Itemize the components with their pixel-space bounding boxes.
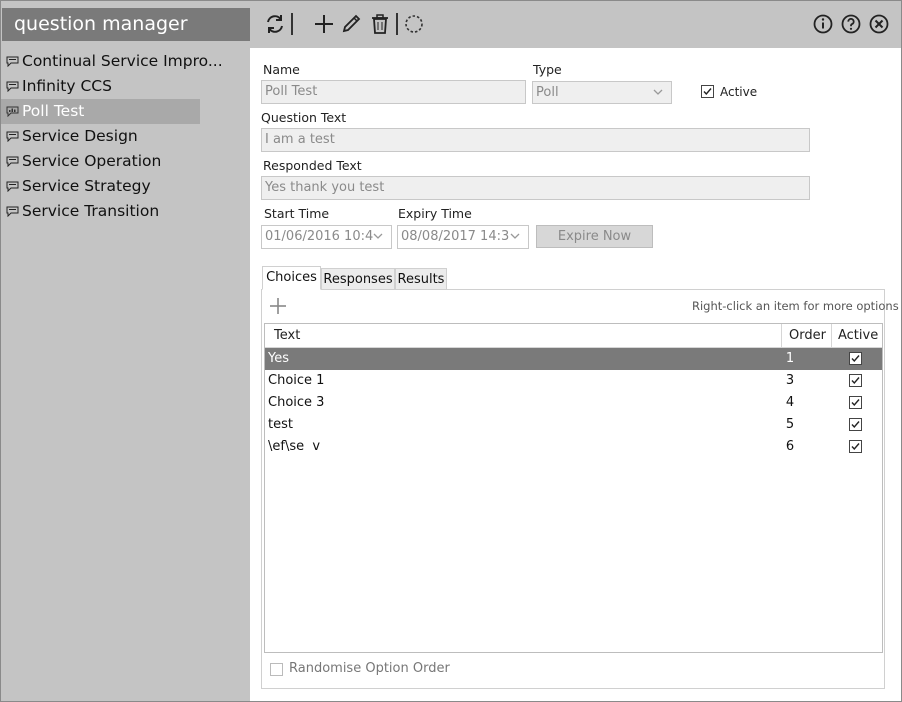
choice-text: \ef\se v — [268, 439, 321, 454]
speech-bubble-icon — [6, 56, 19, 67]
responded-text-label: Responded Text — [263, 158, 362, 173]
toolbar-separator — [396, 13, 398, 35]
sidebar-item-label: Service Design — [22, 127, 138, 145]
column-header-active[interactable]: Active — [838, 324, 878, 348]
expiry-time-value: 08/08/2017 14:3 — [401, 229, 510, 244]
choice-active-checkbox[interactable] — [849, 418, 862, 431]
active-checkbox[interactable] — [701, 85, 714, 98]
sidebar-item-label: Service Strategy — [22, 177, 151, 195]
app-title: question manager — [2, 8, 250, 41]
table-row[interactable]: \ef\se v 6 — [265, 436, 882, 458]
sidebar-item-label: Infinity CCS — [22, 77, 112, 95]
add-choice-icon[interactable] — [266, 294, 290, 318]
choice-order: 5 — [785, 417, 795, 432]
table-row[interactable]: Choice 3 4 — [265, 392, 882, 414]
add-icon[interactable] — [311, 11, 337, 37]
close-icon[interactable] — [866, 11, 892, 37]
responded-text-field[interactable]: Yes thank you test — [261, 176, 810, 200]
speech-bubble-icon — [6, 81, 19, 92]
choice-text: Yes — [268, 351, 289, 366]
responded-text-value: Yes thank you test — [265, 180, 385, 195]
poll-chart-icon — [6, 106, 19, 117]
checkmark-icon — [851, 377, 860, 385]
table-row[interactable]: test 5 — [265, 414, 882, 436]
choice-order: 6 — [785, 439, 795, 454]
expiry-time-label: Expiry Time — [398, 206, 472, 221]
randomise-option-order-label: Randomise Option Order — [289, 661, 450, 676]
table-row[interactable]: Yes 1 — [265, 348, 882, 370]
sidebar-item-service-strategy[interactable]: Service Strategy — [1, 174, 250, 199]
tab-results[interactable]: Results — [395, 268, 447, 290]
checkmark-icon — [851, 443, 860, 451]
choices-table: Text Order Active Yes 1 Choice 1 3 Choic… — [264, 323, 883, 653]
table-row[interactable]: Choice 1 3 — [265, 370, 882, 392]
choice-text: test — [268, 417, 293, 432]
name-field[interactable]: Poll Test — [261, 80, 526, 104]
checkmark-icon — [851, 355, 860, 363]
choice-order: 4 — [785, 395, 795, 410]
choice-active-checkbox[interactable] — [849, 440, 862, 453]
sidebar-item-continual-service-improvement[interactable]: Continual Service Impro... — [1, 49, 250, 74]
choice-order: 1 — [785, 351, 795, 366]
choice-text: Choice 3 — [268, 395, 325, 410]
context-menu-hint: Right-click an item for more options — [692, 299, 899, 313]
refresh-icon[interactable] — [262, 11, 288, 37]
choice-active-checkbox[interactable] — [849, 352, 862, 365]
type-label: Type — [533, 62, 562, 77]
column-header-order[interactable]: Order — [789, 324, 826, 348]
speech-bubble-icon — [6, 181, 19, 192]
speech-bubble-icon — [6, 206, 19, 217]
type-select[interactable]: Poll — [532, 81, 672, 104]
question-text-field[interactable]: I am a test — [261, 128, 810, 152]
toolbar — [250, 1, 901, 48]
loading-circle-icon[interactable] — [401, 11, 427, 37]
sidebar-item-label: Continual Service Impro... — [22, 52, 223, 70]
randomise-option-order-checkbox[interactable] — [270, 663, 283, 676]
expire-now-button[interactable]: Expire Now — [536, 225, 653, 248]
start-time-value: 01/06/2016 10:4 — [265, 229, 374, 244]
sidebar-item-label: Poll Test — [22, 102, 85, 120]
start-time-picker[interactable]: 01/06/2016 10:4 — [261, 225, 392, 249]
type-value: Poll — [536, 85, 559, 100]
chevron-down-icon — [653, 89, 663, 95]
sidebar-nav: Continual Service Impro... Infinity CCS … — [1, 49, 250, 224]
choice-active-checkbox[interactable] — [849, 396, 862, 409]
choice-text: Choice 1 — [268, 373, 325, 388]
active-label: Active — [720, 85, 758, 99]
name-value: Poll Test — [265, 84, 318, 99]
tab-responses[interactable]: Responses — [321, 268, 395, 290]
question-text-value: I am a test — [265, 132, 335, 147]
checkmark-icon — [703, 88, 712, 96]
sidebar-item-infinity-ccs[interactable]: Infinity CCS — [1, 74, 250, 99]
toolbar-separator — [291, 13, 293, 35]
column-header-text[interactable]: Text — [274, 324, 300, 348]
checkmark-icon — [851, 421, 860, 429]
sidebar: question manager Continual Service Impro… — [1, 1, 250, 701]
start-time-label: Start Time — [264, 206, 330, 221]
tab-choices[interactable]: Choices — [262, 266, 321, 290]
info-icon[interactable] — [810, 11, 836, 37]
chevron-down-icon — [373, 233, 383, 239]
choice-order: 3 — [785, 373, 795, 388]
speech-bubble-icon — [6, 131, 19, 142]
column-divider — [781, 324, 782, 348]
help-icon[interactable] — [838, 11, 864, 37]
sidebar-item-service-design[interactable]: Service Design — [1, 124, 250, 149]
choice-active-checkbox[interactable] — [849, 374, 862, 387]
name-label: Name — [263, 62, 300, 77]
checkmark-icon — [851, 399, 860, 407]
sidebar-item-label: Service Transition — [22, 202, 160, 220]
edit-pencil-icon[interactable] — [338, 11, 364, 37]
sidebar-item-service-transition[interactable]: Service Transition — [1, 199, 250, 224]
sidebar-item-poll-test[interactable]: Poll Test — [1, 99, 200, 124]
question-text-label: Question Text — [261, 110, 347, 125]
delete-trash-icon[interactable] — [367, 11, 393, 37]
speech-bubble-icon — [6, 156, 19, 167]
column-divider — [831, 324, 832, 348]
chevron-down-icon — [510, 233, 520, 239]
expiry-time-picker[interactable]: 08/08/2017 14:3 — [397, 225, 529, 249]
table-header: Text Order Active — [265, 324, 882, 348]
sidebar-item-label: Service Operation — [22, 152, 162, 170]
sidebar-item-service-operation[interactable]: Service Operation — [1, 149, 250, 174]
